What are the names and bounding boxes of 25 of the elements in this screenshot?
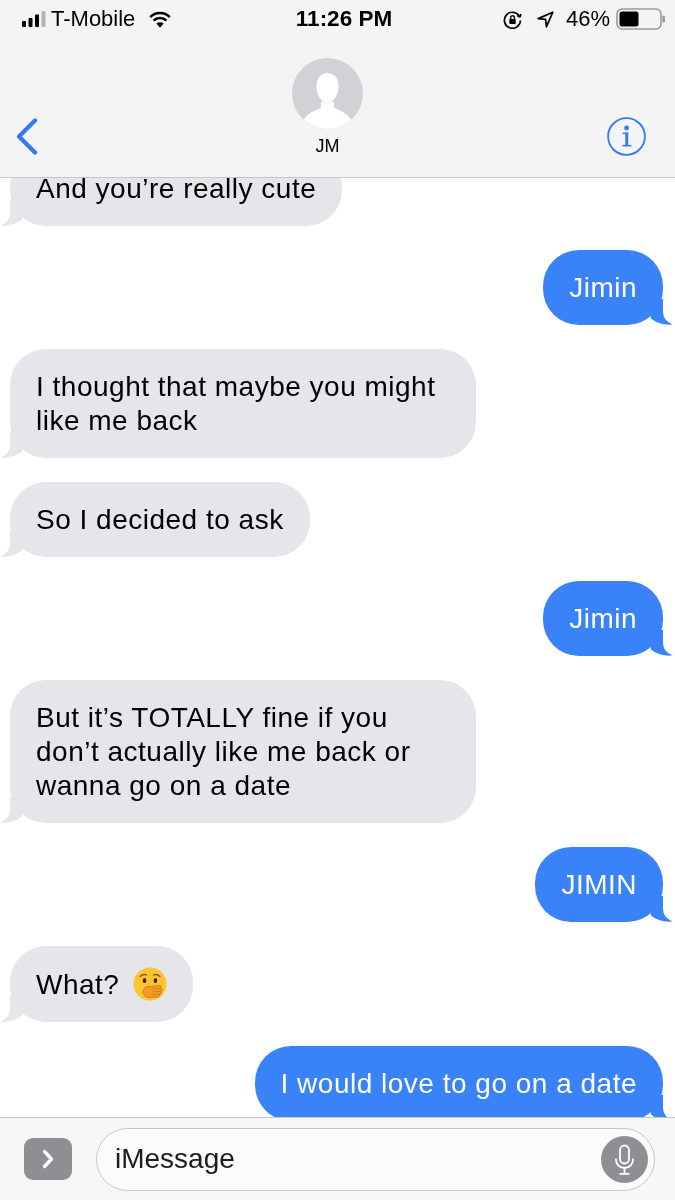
signal-strength-icon: [22, 11, 46, 27]
contact-avatar-icon: [292, 58, 363, 129]
contact-name: JM: [315, 136, 340, 156]
message-text: JIMIN: [561, 868, 637, 900]
message-text: And you’re really cute: [36, 178, 317, 204]
message-text: But it’s TOTALLY fine if you don’t actually like me back or wanna go on a date: [36, 701, 411, 801]
microphone-icon[interactable]: [601, 1135, 648, 1183]
message-text: What?: [36, 968, 120, 1000]
orientation-lock-icon: [502, 9, 522, 29]
message-input[interactable]: iMessage: [96, 1127, 655, 1191]
wifi-icon: [149, 10, 172, 28]
status-time: 11:26 PM: [295, 5, 393, 31]
battery-icon: [616, 8, 666, 30]
apps-button[interactable]: [24, 1138, 72, 1180]
info-icon[interactable]: [607, 117, 646, 156]
message-text: So I decided to ask: [36, 503, 284, 535]
message-text: Jimin: [569, 602, 637, 634]
carrier-name: T-Mobile: [51, 6, 136, 32]
back-icon[interactable]: [16, 118, 38, 155]
message-text: Jimin: [569, 271, 637, 303]
message-text: I would love to go on a date: [280, 1067, 637, 1099]
message-text: I thought that maybe you might like me back: [36, 370, 436, 436]
chevron-right-icon: [42, 1149, 54, 1169]
location-arrow-icon: [536, 10, 554, 28]
battery-percentage: 46%: [565, 6, 610, 32]
